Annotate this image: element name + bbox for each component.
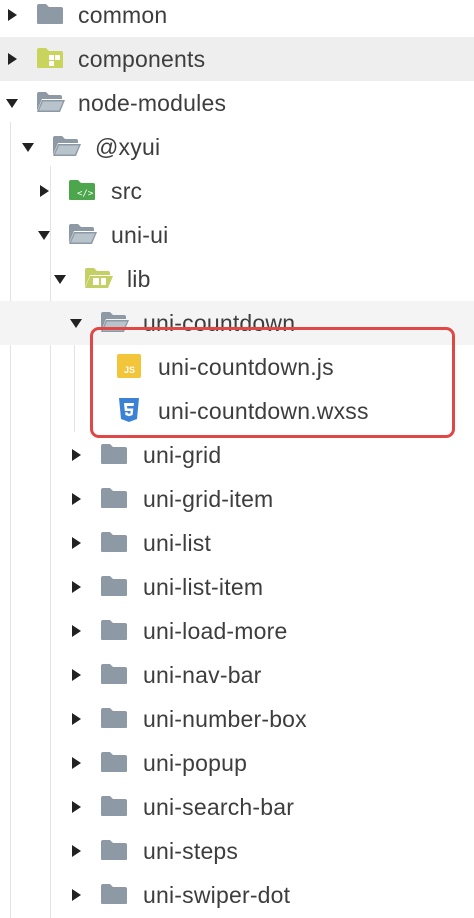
folder-icon <box>101 840 127 860</box>
tree-item-label: uni-grid <box>143 442 222 468</box>
chevron-right-icon[interactable] <box>72 669 81 681</box>
folder-icon <box>101 796 127 816</box>
folder-icon <box>101 708 127 728</box>
chevron-down-icon[interactable] <box>54 275 66 284</box>
tree-item-label: uni-popup <box>143 750 248 776</box>
tree-item-label: uni-search-bar <box>143 794 295 820</box>
chevron-right-icon[interactable] <box>72 449 81 461</box>
tree-item-uni-popup[interactable]: uni-popup <box>0 741 474 785</box>
tree-item-uni-list-item[interactable]: uni-list-item <box>0 565 474 609</box>
tree-item-xyui[interactable]: @xyui <box>0 125 474 169</box>
tree-item-components[interactable]: components <box>0 37 474 81</box>
folder-lib-open-icon <box>85 268 113 288</box>
tree-item-label: uni-swiper-dot <box>143 882 291 908</box>
chevron-right-icon[interactable] <box>8 53 17 65</box>
tree-item-label: node-modules <box>78 90 227 116</box>
tree-item-uni-grid-item[interactable]: uni-grid-item <box>0 477 474 521</box>
tree-item-lib[interactable]: lib <box>0 257 474 301</box>
folder-icon <box>101 444 127 464</box>
chevron-down-icon[interactable] <box>6 99 18 108</box>
chevron-right-icon[interactable] <box>72 757 81 769</box>
tree-item-label: uni-number-box <box>143 706 307 732</box>
folder-open-icon <box>37 92 65 112</box>
tree-item-label: @xyui <box>95 134 161 160</box>
chevron-right-icon[interactable] <box>72 713 81 725</box>
folder-icon <box>101 664 127 684</box>
tree-item-label: uni-grid-item <box>143 486 274 512</box>
tree-item-label: uni-nav-bar <box>143 662 262 688</box>
tree-item-label: lib <box>127 266 151 292</box>
tree-item-label: common <box>78 2 168 28</box>
folder-icon <box>37 4 63 24</box>
chevron-down-icon[interactable] <box>22 143 34 152</box>
chevron-right-icon[interactable] <box>72 889 81 901</box>
folder-icon <box>101 576 127 596</box>
chevron-right-icon[interactable] <box>72 493 81 505</box>
folder-icon <box>101 620 127 640</box>
tree-item-src[interactable]: </> src <box>0 169 474 213</box>
chevron-right-icon[interactable] <box>8 9 17 21</box>
tree-item-label: uni-steps <box>143 838 239 864</box>
tree-item-label: src <box>111 178 143 204</box>
svg-text:</>: </> <box>77 189 94 199</box>
tree-item-uni-list[interactable]: uni-list <box>0 521 474 565</box>
chevron-right-icon[interactable] <box>72 581 81 593</box>
folder-icon <box>101 752 127 772</box>
chevron-right-icon[interactable] <box>72 801 81 813</box>
tree-item-uni-swiper-dot[interactable]: uni-swiper-dot <box>0 873 474 917</box>
folder-open-icon <box>69 224 97 244</box>
chevron-right-icon[interactable] <box>72 625 81 637</box>
file-explorer-tree: common components node-modules @xyui </>… <box>0 0 474 918</box>
chevron-down-icon[interactable] <box>70 319 82 328</box>
tree-item-uni-search-bar[interactable]: uni-search-bar <box>0 785 474 829</box>
folder-components-icon <box>37 48 63 68</box>
tree-item-node-modules[interactable]: node-modules <box>0 81 474 125</box>
tree-item-uni-load-more[interactable]: uni-load-more <box>0 609 474 653</box>
chevron-right-icon[interactable] <box>72 537 81 549</box>
folder-icon <box>101 884 127 904</box>
folder-src-icon: </> <box>69 180 95 200</box>
tree-item-label: components <box>78 46 206 72</box>
chevron-right-icon[interactable] <box>40 185 49 197</box>
tree-item-uni-ui[interactable]: uni-ui <box>0 213 474 257</box>
chevron-down-icon[interactable] <box>38 231 50 240</box>
tree-item-common[interactable]: common <box>0 0 474 37</box>
highlight-annotation-box <box>90 327 455 438</box>
tree-item-uni-steps[interactable]: uni-steps <box>0 829 474 873</box>
tree-item-label: uni-list-item <box>143 574 264 600</box>
tree-item-label: uni-load-more <box>143 618 288 644</box>
tree-item-uni-nav-bar[interactable]: uni-nav-bar <box>0 653 474 697</box>
tree-item-label: uni-list <box>143 530 212 556</box>
folder-open-icon <box>53 136 81 156</box>
folder-icon <box>101 532 127 552</box>
tree-item-uni-number-box[interactable]: uni-number-box <box>0 697 474 741</box>
chevron-right-icon[interactable] <box>72 845 81 857</box>
tree-item-label: uni-ui <box>111 222 169 248</box>
tree-item-uni-grid[interactable]: uni-grid <box>0 433 474 477</box>
folder-icon <box>101 488 127 508</box>
